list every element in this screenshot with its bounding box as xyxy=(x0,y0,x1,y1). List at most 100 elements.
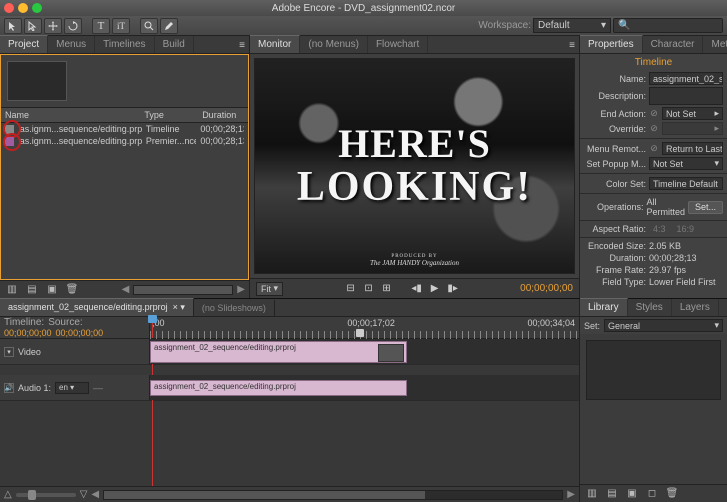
tab-layers[interactable]: Layers xyxy=(672,299,719,316)
link-icon[interactable]: ⊘ xyxy=(649,124,659,134)
workspace-select[interactable]: Default▾ xyxy=(533,18,611,33)
aspect-label: Aspect Ratio: xyxy=(584,224,646,234)
description-field[interactable] xyxy=(649,87,723,105)
scroll-right-icon[interactable]: ▶ xyxy=(237,284,245,295)
chapter-marker-icon[interactable] xyxy=(356,329,364,337)
tab-flowchart[interactable]: Flowchart xyxy=(368,36,428,53)
direct-select-tool[interactable] xyxy=(24,18,42,34)
step-back-icon[interactable]: ◂▮ xyxy=(410,282,424,296)
tab-properties[interactable]: Properties xyxy=(580,35,643,53)
scroll-left-icon[interactable]: ◀ xyxy=(122,284,130,295)
zoom-slider[interactable] xyxy=(16,493,76,497)
film-credit: PRODUCED BY The JAM HANDY Organization xyxy=(255,254,574,267)
project-item[interactable]: as.ignm...sequence/editing.prproj Timeli… xyxy=(1,123,248,135)
color-set-field[interactable]: Timeline Default xyxy=(649,177,723,190)
audio-lang-value: en xyxy=(59,383,68,392)
column-name[interactable]: Name xyxy=(1,108,140,122)
zoom-slider-thumb[interactable] xyxy=(28,490,36,500)
move-tool[interactable] xyxy=(44,18,62,34)
project-item[interactable]: as.ignm...sequence/editing.prproj Premie… xyxy=(1,135,248,147)
timeline-hscroll-thumb[interactable] xyxy=(104,491,425,499)
zoom-in-icon[interactable]: ▽ xyxy=(80,489,88,500)
slideshows-tab[interactable]: (no Slideshows) xyxy=(194,300,275,316)
new-bin-icon[interactable]: ▣ xyxy=(44,283,60,297)
tab-project[interactable]: Project xyxy=(0,35,48,53)
new-item-icon[interactable]: ▤ xyxy=(24,283,40,297)
timeline-tab[interactable]: assignment_02_sequence/editing.prproj × … xyxy=(0,298,194,316)
rotate-tool[interactable] xyxy=(64,18,82,34)
time-ruler[interactable]: ;00 00;00;17;02 00;00;34;04 xyxy=(150,317,579,338)
lib-btn-3[interactable]: ▣ xyxy=(624,487,640,501)
edit-tool[interactable] xyxy=(160,18,178,34)
item-name: as.ignm...sequence/editing.prproj xyxy=(20,124,142,134)
monitor-viewport[interactable]: HERE'S LOOKING! PRODUCED BY The JAM HAND… xyxy=(254,58,575,274)
override-field[interactable]: ▸ xyxy=(662,122,723,135)
library-preview xyxy=(586,340,721,400)
panel-menu-icon[interactable]: ≡ xyxy=(235,38,249,53)
clip-thumbnail xyxy=(378,344,404,362)
tab-styles[interactable]: Styles xyxy=(628,299,672,316)
tab-character[interactable]: Character xyxy=(643,36,704,53)
lib-btn-2[interactable]: ▤ xyxy=(604,487,620,501)
panel-menu-icon[interactable]: ≡ xyxy=(565,38,579,53)
track-visibility-toggle[interactable]: ▾ xyxy=(4,347,14,357)
audio-clip[interactable]: assignment_02_sequence/editing.prproj xyxy=(150,380,407,396)
playhead[interactable] xyxy=(152,317,153,338)
timeline-tc-panel: Timeline:Source: 00;00;00;0000;00;00;00 xyxy=(0,317,150,338)
tab-metadata[interactable]: Metadata xyxy=(703,36,727,53)
ruler-ticks xyxy=(150,331,579,339)
zoom-select[interactable]: Fit ▾ xyxy=(256,282,283,296)
link-icon[interactable]: ⊘ xyxy=(649,109,659,119)
column-duration[interactable]: Duration xyxy=(198,108,248,122)
menu-remote-field[interactable]: Return to Last Menu xyxy=(662,142,723,155)
zoom-tool[interactable] xyxy=(140,18,158,34)
vertical-text-tool[interactable]: iT xyxy=(112,18,130,34)
tab-timelines[interactable]: Timelines xyxy=(95,36,154,53)
guides-icon[interactable]: ⊞ xyxy=(380,282,394,296)
timeline-tc[interactable]: 00;00;00;00 xyxy=(4,328,52,338)
tab-library[interactable]: Library xyxy=(580,298,628,316)
timeline-hscroll[interactable] xyxy=(103,490,563,500)
scroll-right-icon[interactable]: ▶ xyxy=(567,489,575,500)
playhead-handle-icon[interactable] xyxy=(148,315,157,323)
filter-icon[interactable]: ▥ xyxy=(4,283,20,297)
play-icon[interactable]: ▶ xyxy=(428,282,442,296)
tab-monitor[interactable]: Monitor xyxy=(250,35,300,53)
selection-tool[interactable] xyxy=(4,18,22,34)
lib-delete-icon[interactable]: 🗑 xyxy=(664,487,680,501)
tab-build[interactable]: Build xyxy=(155,36,194,53)
video-track-header[interactable]: ▾ Video xyxy=(0,339,150,364)
column-type[interactable]: Type xyxy=(140,108,198,122)
set-select[interactable]: General▾ xyxy=(604,319,723,332)
aspect-16-9[interactable]: 16:9 xyxy=(673,224,699,234)
name-field[interactable]: assignment_02_sequence/ed xyxy=(649,72,723,85)
name-value: assignment_02_sequence/ed xyxy=(653,74,723,84)
current-time[interactable]: 00;00;00;00 xyxy=(520,283,573,294)
zoom-out-icon[interactable]: △ xyxy=(4,489,12,500)
track-mute-toggle[interactable]: 🔊 xyxy=(4,383,14,393)
set-button[interactable]: Set... xyxy=(688,201,723,214)
step-forward-icon[interactable]: ▮▸ xyxy=(446,282,460,296)
item-duration: 00;00;28;13 xyxy=(200,124,244,134)
audio-lang-select[interactable]: en ▾ xyxy=(55,382,89,394)
aspect-4-3[interactable]: 4:3 xyxy=(649,224,670,234)
audio-track-header[interactable]: 🔊 Audio 1: en ▾ –– xyxy=(0,375,150,400)
tab-no-menus[interactable]: (no Menus) xyxy=(300,36,368,53)
end-action-field[interactable]: Not Set▸ xyxy=(662,107,723,120)
timeline-footer: △ ▽ ◀ ▶ xyxy=(0,486,579,502)
override-label: Override: xyxy=(584,124,646,134)
popup-field[interactable]: Not Set▾ xyxy=(649,157,723,170)
safe-area-icon[interactable]: ⊟ xyxy=(344,282,358,296)
source-tc[interactable]: 00;00;00;00 xyxy=(56,328,104,338)
link-icon[interactable]: ⊘ xyxy=(649,144,659,154)
help-search-input[interactable]: 🔍 xyxy=(613,18,723,33)
lib-btn-1[interactable]: ▥ xyxy=(584,487,600,501)
tab-menus[interactable]: Menus xyxy=(48,36,95,53)
route-icon[interactable]: ⊡ xyxy=(362,282,376,296)
project-hscroll[interactable] xyxy=(133,285,233,295)
scroll-left-icon[interactable]: ◀ xyxy=(91,489,99,500)
delete-icon[interactable]: 🗑 xyxy=(64,283,80,297)
lib-new-icon[interactable]: ◻ xyxy=(644,487,660,501)
video-clip[interactable]: assignment_02_sequence/editing.prproj xyxy=(150,341,407,363)
text-tool[interactable]: T xyxy=(92,18,110,34)
